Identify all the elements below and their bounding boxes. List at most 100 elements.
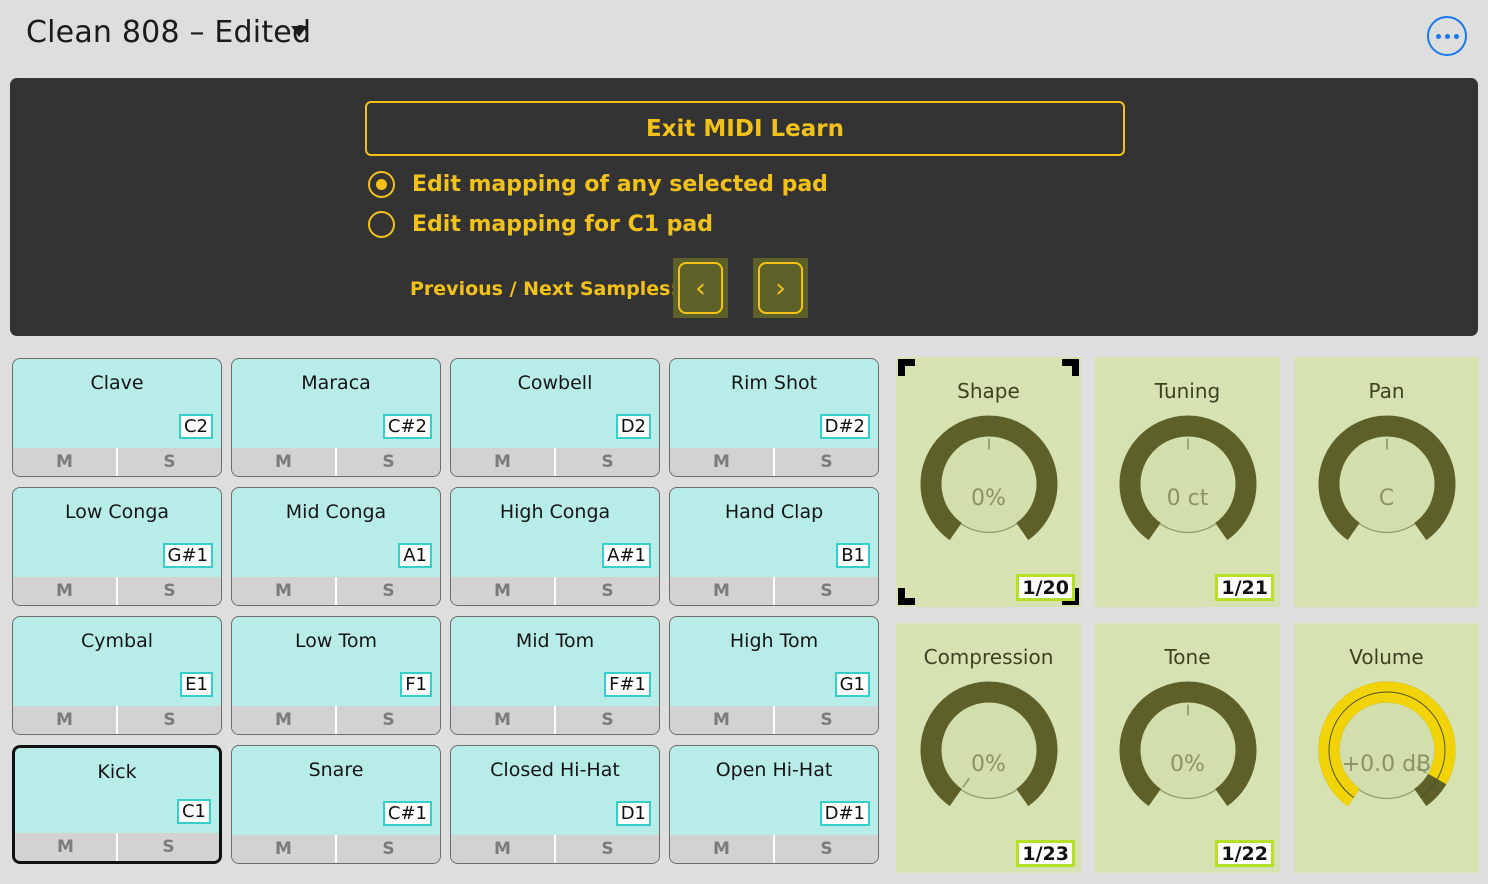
pad-low-tom[interactable]: Low Tom F1 M S (231, 616, 441, 735)
solo-button[interactable]: S (554, 706, 659, 734)
mute-button[interactable]: M (451, 577, 554, 605)
pad-note-badge[interactable]: G1 (834, 672, 870, 697)
radio-option-c1-pad[interactable]: Edit mapping for C1 pad (368, 211, 713, 238)
solo-button[interactable]: S (335, 706, 440, 734)
pad-cymbal[interactable]: Cymbal E1 M S (12, 616, 222, 735)
mute-button[interactable]: M (451, 448, 554, 476)
pad-footer: MS (670, 577, 878, 605)
pad-mid-conga[interactable]: Mid Conga A1 M S (231, 487, 441, 606)
pad-note-badge[interactable]: C2 (178, 414, 213, 439)
knob-dial[interactable] (1113, 409, 1263, 559)
mute-button[interactable]: M (670, 835, 773, 863)
prev-sample-button[interactable]: ‹ (678, 262, 723, 314)
pad-closed-hi-hat[interactable]: Closed Hi-Hat D1 M S (450, 745, 660, 864)
mute-button[interactable]: M (670, 448, 773, 476)
solo-button[interactable]: S (335, 835, 440, 863)
pad-footer: MS (451, 706, 659, 734)
mute-button[interactable]: M (670, 577, 773, 605)
solo-button[interactable]: S (116, 833, 219, 861)
solo-button[interactable]: S (116, 706, 221, 734)
mute-button[interactable]: M (232, 577, 335, 605)
knob-value: 0% (971, 486, 1006, 511)
pad-open-hi-hat[interactable]: Open Hi-Hat D#1 M S (669, 745, 879, 864)
pad-note-badge[interactable]: C#2 (382, 414, 432, 439)
pad-snare[interactable]: Snare C#1 M S (231, 745, 441, 864)
next-sample-button[interactable]: › (758, 262, 803, 314)
pad-note-badge[interactable]: E1 (180, 672, 213, 697)
midi-cc-badge[interactable]: 1/22 (1215, 840, 1274, 867)
mute-button[interactable]: M (232, 835, 335, 863)
pad-note-badge[interactable]: A1 (398, 543, 432, 568)
solo-button[interactable]: S (554, 577, 659, 605)
radio-icon[interactable] (368, 171, 395, 198)
pad-maraca[interactable]: Maraca C#2 M S (231, 358, 441, 477)
pad-note-badge[interactable]: G#1 (162, 543, 213, 568)
solo-button[interactable]: S (773, 706, 878, 734)
pad-note-badge[interactable]: D2 (615, 414, 651, 439)
knob-tuning[interactable]: Tuning 0 ct 1/21 (1095, 357, 1280, 607)
pad-low-conga[interactable]: Low Conga G#1 M S (12, 487, 222, 606)
pad-clave[interactable]: Clave C2 M S (12, 358, 222, 477)
midi-cc-badge[interactable]: 1/20 (1016, 574, 1075, 601)
solo-button[interactable]: S (335, 448, 440, 476)
mute-button[interactable]: M (13, 706, 116, 734)
pad-mid-tom[interactable]: Mid Tom F#1 M S (450, 616, 660, 735)
knob-pan[interactable]: Pan C (1294, 357, 1479, 607)
mute-button[interactable]: M (670, 706, 773, 734)
solo-button[interactable]: S (773, 577, 878, 605)
next-sample-cell: › (753, 258, 808, 318)
solo-button[interactable]: S (116, 577, 221, 605)
pad-footer: MS (451, 835, 659, 863)
pad-note-badge[interactable]: D1 (615, 801, 651, 826)
solo-button[interactable]: S (335, 577, 440, 605)
pad-label: High Tom (729, 630, 819, 652)
pad-label: Maraca (301, 372, 371, 394)
pad-note-badge[interactable]: C1 (176, 799, 211, 824)
pad-footer: MS (13, 448, 221, 476)
knob-dial[interactable] (1312, 675, 1462, 825)
knob-dial[interactable] (1312, 409, 1462, 559)
mute-button[interactable]: M (15, 833, 116, 861)
radio-icon[interactable] (368, 211, 395, 238)
knob-compression[interactable]: Compression 0% 1/23 (896, 623, 1081, 873)
knob-dial[interactable] (1113, 675, 1263, 825)
mute-button[interactable]: M (232, 448, 335, 476)
exit-midi-learn-button[interactable]: Exit MIDI Learn (365, 101, 1125, 156)
pad-high-tom[interactable]: High Tom G1 M S (669, 616, 879, 735)
pad-note-badge[interactable]: F#1 (604, 672, 651, 697)
more-options-button[interactable] (1427, 16, 1467, 56)
knob-shape[interactable]: Shape 0% 1/20 (896, 357, 1081, 607)
pad-kick[interactable]: Kick C1 M S (12, 745, 222, 864)
pad-cowbell[interactable]: Cowbell D2 M S (450, 358, 660, 477)
solo-button[interactable]: S (773, 835, 878, 863)
knob-dial[interactable] (914, 675, 1064, 825)
knob-dial[interactable] (914, 409, 1064, 559)
knob-label: Volume (1349, 645, 1424, 669)
solo-button[interactable]: S (554, 835, 659, 863)
pad-note-badge[interactable]: A#1 (602, 543, 651, 568)
chevron-down-icon[interactable] (291, 26, 307, 37)
midi-cc-badge[interactable]: 1/23 (1016, 840, 1075, 867)
mute-button[interactable]: M (13, 577, 116, 605)
pad-hand-clap[interactable]: Hand Clap B1 M S (669, 487, 879, 606)
pad-note-badge[interactable]: D#1 (819, 801, 870, 826)
mute-button[interactable]: M (451, 706, 554, 734)
solo-button[interactable]: S (554, 448, 659, 476)
pad-note-badge[interactable]: D#2 (819, 414, 870, 439)
pad-note-badge[interactable]: F1 (400, 672, 432, 697)
pad-note-badge[interactable]: C#1 (382, 801, 432, 826)
pad-high-conga[interactable]: High Conga A#1 M S (450, 487, 660, 606)
pad-footer: MS (670, 706, 878, 734)
mute-button[interactable]: M (13, 448, 116, 476)
solo-button[interactable]: S (116, 448, 221, 476)
mute-button[interactable]: M (451, 835, 554, 863)
midi-cc-badge[interactable]: 1/21 (1215, 574, 1274, 601)
page-title[interactable]: Clean 808 – Edited (26, 15, 311, 50)
pad-rim-shot[interactable]: Rim Shot D#2 M S (669, 358, 879, 477)
solo-button[interactable]: S (773, 448, 878, 476)
mute-button[interactable]: M (232, 706, 335, 734)
pad-note-badge[interactable]: B1 (836, 543, 870, 568)
knob-tone[interactable]: Tone 0% 1/22 (1095, 623, 1280, 873)
knob-volume[interactable]: Volume +0.0 dB (1294, 623, 1479, 873)
radio-option-any-selected-pad[interactable]: Edit mapping of any selected pad (368, 171, 828, 198)
